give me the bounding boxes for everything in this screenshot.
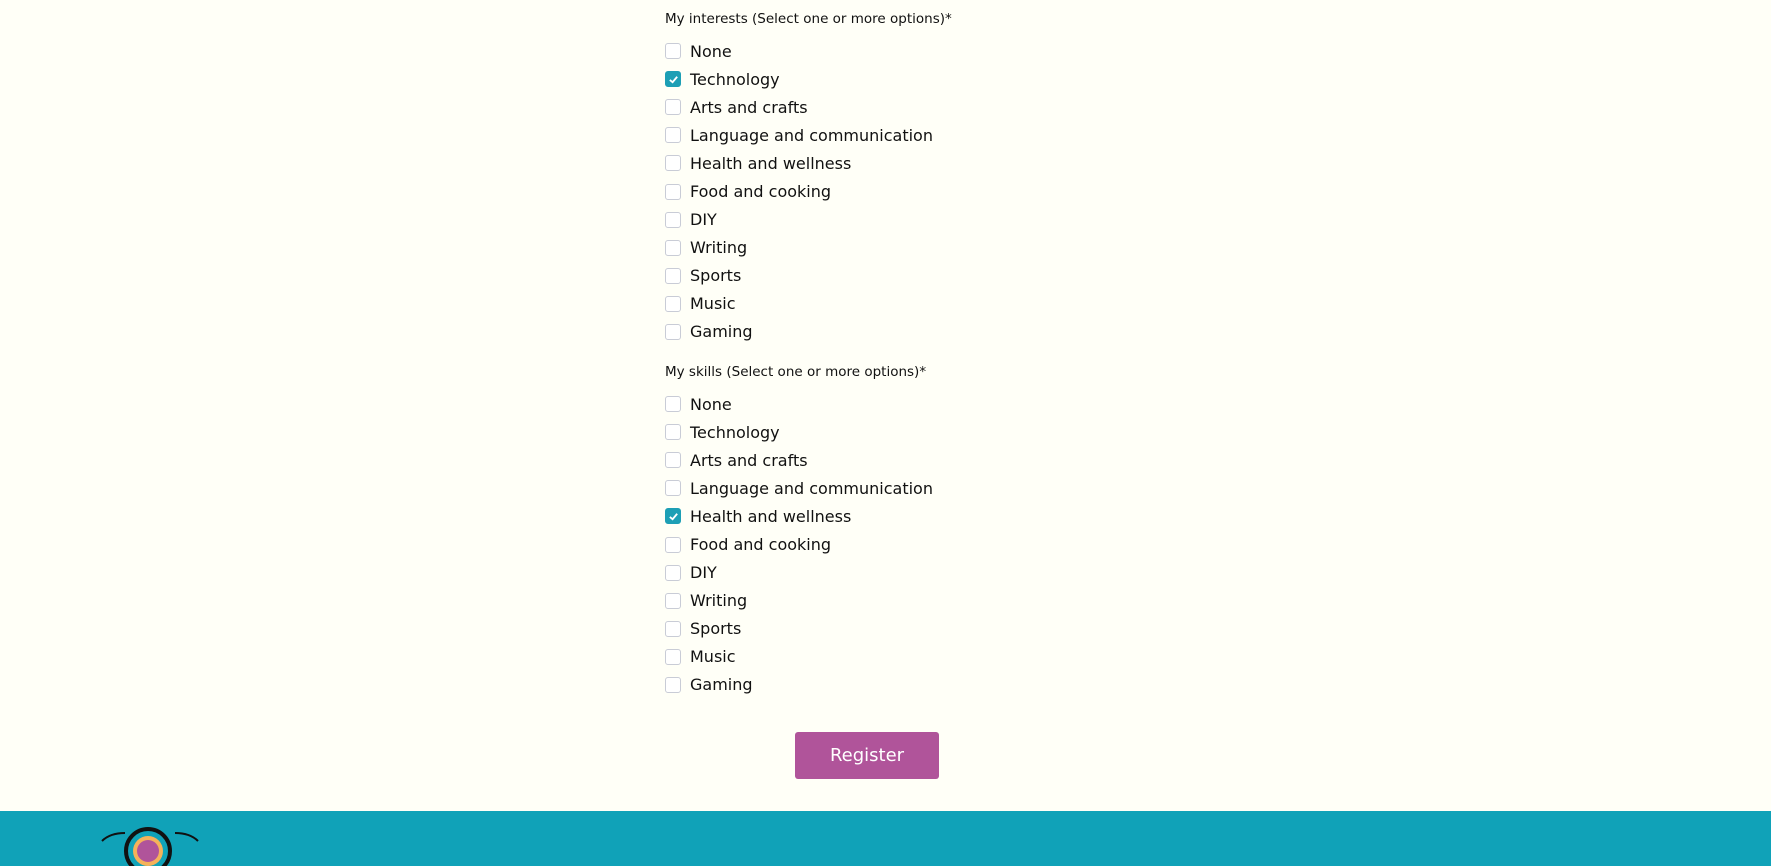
- option-label: Arts and crafts: [690, 97, 808, 117]
- interests-option[interactable]: Writing: [665, 234, 952, 262]
- interests-option[interactable]: DIY: [665, 206, 952, 234]
- skills-option[interactable]: Language and communication: [665, 474, 933, 502]
- skills-option[interactable]: Arts and crafts: [665, 446, 933, 474]
- skills-option[interactable]: None: [665, 390, 933, 418]
- checkbox[interactable]: [665, 267, 681, 284]
- skills-label: My skills (Select one or more options)*: [665, 364, 927, 380]
- checkbox[interactable]: [665, 536, 681, 553]
- option-label: DIY: [690, 563, 717, 583]
- option-label: Technology: [690, 422, 780, 442]
- checkmark-icon: [668, 513, 678, 521]
- option-label: Language and communication: [690, 478, 933, 498]
- checkbox[interactable]: [665, 211, 681, 228]
- checkbox[interactable]: [665, 295, 681, 312]
- option-label: Sports: [690, 266, 742, 286]
- checkmark-icon: [668, 75, 678, 84]
- interests-group: My interests (Select one or more options…: [665, 9, 952, 346]
- checkbox[interactable]: [665, 424, 681, 441]
- checkbox[interactable]: [665, 127, 681, 144]
- skills-option[interactable]: Food and cooking: [665, 530, 933, 558]
- skills-option[interactable]: Writing: [665, 587, 933, 615]
- interests-option[interactable]: Technology: [665, 65, 952, 93]
- skills-option[interactable]: Gaming: [665, 671, 933, 699]
- interests-label: My interests (Select one or more options…: [665, 11, 952, 27]
- checkbox[interactable]: [665, 508, 681, 525]
- checkbox[interactable]: [665, 155, 681, 172]
- option-label: Technology: [690, 69, 780, 89]
- footer: [0, 811, 1771, 866]
- option-label: Writing: [690, 238, 748, 258]
- checkbox[interactable]: [665, 592, 681, 609]
- checkbox[interactable]: [665, 452, 681, 469]
- checkbox[interactable]: [665, 480, 681, 497]
- option-label: Food and cooking: [690, 535, 832, 555]
- skills-option[interactable]: DIY: [665, 559, 933, 587]
- logo-icon: [101, 827, 199, 866]
- option-label: Health and wellness: [690, 153, 852, 173]
- checkbox[interactable]: [665, 43, 681, 60]
- option-label: Food and cooking: [690, 182, 832, 202]
- checkbox[interactable]: [665, 99, 681, 116]
- interests-option[interactable]: Sports: [665, 262, 952, 290]
- checkbox[interactable]: [665, 323, 681, 340]
- interests-option[interactable]: Food and cooking: [665, 177, 952, 205]
- option-label: None: [690, 41, 732, 61]
- interests-option[interactable]: Music: [665, 290, 952, 318]
- checkbox[interactable]: [665, 676, 681, 693]
- option-label: Writing: [690, 591, 748, 611]
- option-label: Gaming: [690, 675, 753, 695]
- checkbox[interactable]: [665, 183, 681, 200]
- skills-option[interactable]: Health and wellness: [665, 502, 933, 530]
- checkbox[interactable]: [665, 620, 681, 637]
- skills-group: My skills (Select one or more options)* …: [665, 362, 933, 699]
- option-label: Language and communication: [690, 125, 933, 145]
- checkbox[interactable]: [665, 239, 681, 256]
- skills-option[interactable]: Sports: [665, 615, 933, 643]
- interests-option[interactable]: Language and communication: [665, 121, 952, 149]
- checkbox[interactable]: [665, 564, 681, 581]
- interests-option[interactable]: None: [665, 37, 952, 65]
- register-button[interactable]: Register: [795, 732, 939, 779]
- option-label: DIY: [690, 210, 717, 230]
- interests-option[interactable]: Gaming: [665, 318, 952, 346]
- option-label: Music: [690, 647, 736, 667]
- interests-option[interactable]: Arts and crafts: [665, 93, 952, 121]
- option-label: Sports: [690, 619, 742, 639]
- option-label: Health and wellness: [690, 506, 852, 526]
- interests-option[interactable]: Health and wellness: [665, 149, 952, 177]
- checkbox[interactable]: [665, 71, 681, 88]
- skills-option[interactable]: Technology: [665, 418, 933, 446]
- option-label: Gaming: [690, 322, 753, 342]
- skills-option[interactable]: Music: [665, 643, 933, 671]
- checkbox[interactable]: [665, 396, 681, 413]
- option-label: Arts and crafts: [690, 450, 808, 470]
- checkbox[interactable]: [665, 648, 681, 665]
- option-label: None: [690, 394, 732, 414]
- option-label: Music: [690, 294, 736, 314]
